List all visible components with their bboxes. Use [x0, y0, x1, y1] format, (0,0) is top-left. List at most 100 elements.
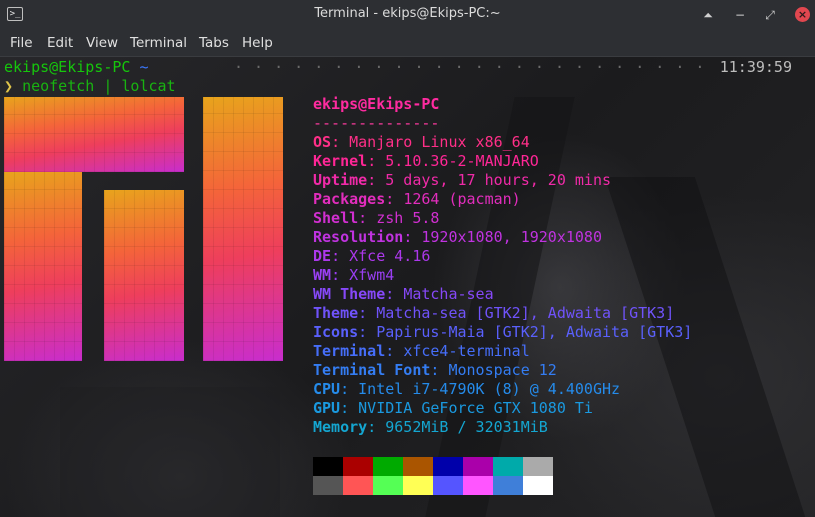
palette-swatch	[463, 457, 493, 476]
info-key: Uptime	[313, 171, 368, 189]
info-key: Shell	[313, 209, 359, 227]
info-colon: :	[430, 361, 449, 379]
info-row: OS: Manjaro Linux x86_64	[313, 133, 692, 152]
palette-swatch	[343, 457, 373, 476]
menu-file[interactable]: File	[10, 35, 33, 51]
palette-swatch	[403, 457, 433, 476]
info-value: 1264 (pacman)	[403, 190, 521, 208]
info-value: Monospace 12	[448, 361, 557, 379]
info-row: DE: Xfce 4.16	[313, 247, 692, 266]
palette-swatch	[313, 457, 343, 476]
info-row: WM Theme: Matcha-sea	[313, 285, 692, 304]
info-key: Kernel	[313, 152, 368, 170]
info-value: NVIDIA GeForce GTX 1080 Ti	[358, 399, 593, 417]
palette-swatch	[493, 457, 523, 476]
command-line: ❯ neofetch | lolcat	[4, 77, 176, 95]
shade-window-icon[interactable]: ⏶	[701, 8, 715, 22]
info-key: Terminal	[313, 342, 386, 360]
info-value: Xfce 4.16	[349, 247, 431, 265]
palette-swatch	[433, 457, 463, 476]
menu-edit[interactable]: Edit	[47, 35, 73, 51]
info-row: Kernel: 5.10.36-2-MANJARO	[313, 152, 692, 171]
info-value: zsh 5.8	[376, 209, 440, 227]
terminal-output[interactable]: ekips@Ekips-PC ~ · · · · · · · · · · · ·…	[0, 57, 815, 517]
info-key: Packages	[313, 190, 386, 208]
info-row: Uptime: 5 days, 17 hours, 20 mins	[313, 171, 692, 190]
prompt-time: 11:39:59	[719, 58, 792, 76]
info-colon: :	[331, 133, 350, 151]
palette-swatch	[313, 476, 343, 495]
minimize-icon[interactable]: −	[733, 8, 747, 22]
info-row: Icons: Papirus-Maia [GTK2], Adwaita [GTK…	[313, 323, 692, 342]
info-separator: --------------	[313, 114, 440, 132]
menu-tabs[interactable]: Tabs	[199, 35, 229, 51]
palette-swatch	[403, 476, 433, 495]
info-value: 5 days, 17 hours, 20 mins	[385, 171, 612, 189]
close-icon[interactable]: ×	[795, 7, 810, 22]
manjaro-logo-icon	[4, 97, 184, 172]
info-row: Theme: Matcha-sea [GTK2], Adwaita [GTK3]	[313, 304, 692, 323]
info-value: Matcha-sea	[403, 285, 494, 303]
info-colon: :	[331, 247, 350, 265]
info-key: Terminal Font	[313, 361, 431, 379]
info-value: Xfwm4	[349, 266, 395, 284]
info-row: Terminal: xfce4-terminal	[313, 342, 692, 361]
prompt-arrow-icon: ❯	[4, 77, 14, 95]
info-colon: :	[403, 228, 422, 246]
palette-swatch	[523, 476, 553, 495]
wallpaper-shape	[60, 387, 280, 517]
palette-swatch	[493, 476, 523, 495]
info-value: Intel i7-4790K (8) @ 4.400GHz	[358, 380, 621, 398]
info-row: CPU: Intel i7-4790K (8) @ 4.400GHz	[313, 380, 692, 399]
info-key: WM	[313, 266, 332, 284]
manjaro-logo-middle-bar	[104, 190, 184, 361]
info-colon: :	[367, 152, 386, 170]
title-bar[interactable]: >_ Terminal - ekips@Ekips-PC:~ ⏶ − ⤢ ×	[0, 0, 815, 30]
info-colon: :	[385, 342, 404, 360]
maximize-icon[interactable]: ⤢	[763, 8, 777, 22]
prompt-path: ~	[139, 58, 149, 76]
info-key: WM Theme	[313, 285, 386, 303]
info-key: GPU	[313, 399, 341, 417]
info-key: Theme	[313, 304, 359, 322]
menu-bar: File Edit View Terminal Tabs Help	[0, 30, 815, 57]
info-colon: :	[340, 399, 359, 417]
info-row: Shell: zsh 5.8	[313, 209, 692, 228]
manjaro-logo-right-bar	[203, 97, 283, 361]
info-key: OS	[313, 133, 332, 151]
window-title: Terminal - ekips@Ekips-PC:~	[314, 6, 501, 21]
info-row: Terminal Font: Monospace 12	[313, 361, 692, 380]
system-info: ekips@Ekips-PC -------------- OS: Manjar…	[313, 95, 692, 437]
info-row: Memory: 9652MiB / 32031MiB	[313, 418, 692, 437]
prompt-filler: · · · · · · · · · · · · · · · · · · · · …	[234, 58, 704, 76]
info-value: Papirus-Maia [GTK2], Adwaita [GTK3]	[376, 323, 693, 341]
palette-swatch	[343, 476, 373, 495]
info-value: Manjaro Linux x86_64	[349, 133, 530, 151]
info-value: xfce4-terminal	[403, 342, 530, 360]
info-value: 9652MiB / 32031MiB	[385, 418, 548, 436]
menu-terminal[interactable]: Terminal	[130, 35, 187, 51]
menu-view[interactable]: View	[86, 35, 118, 51]
info-colon: :	[340, 380, 359, 398]
prompt-line: ekips@Ekips-PC ~ · · · · · · · · · · · ·…	[4, 58, 810, 78]
info-title: ekips@Ekips-PC	[313, 95, 440, 113]
palette-swatch	[373, 457, 403, 476]
info-colon: :	[385, 285, 404, 303]
info-row: GPU: NVIDIA GeForce GTX 1080 Ti	[313, 399, 692, 418]
menu-help[interactable]: Help	[242, 35, 273, 51]
info-colon: :	[358, 323, 377, 341]
info-colon: :	[367, 171, 386, 189]
info-row: Packages: 1264 (pacman)	[313, 190, 692, 209]
info-key: CPU	[313, 380, 341, 398]
info-value: 1920x1080, 1920x1080	[421, 228, 602, 246]
command-text: neofetch | lolcat	[22, 77, 176, 95]
info-colon: :	[358, 209, 377, 227]
palette-swatch	[433, 476, 463, 495]
terminal-window: >_ Terminal - ekips@Ekips-PC:~ ⏶ − ⤢ × F…	[0, 0, 815, 517]
info-colon: :	[358, 304, 377, 322]
info-value: 5.10.36-2-MANJARO	[385, 152, 539, 170]
info-key: Icons	[313, 323, 359, 341]
info-colon: :	[367, 418, 386, 436]
info-key: DE	[313, 247, 332, 265]
prompt-user-host: ekips@Ekips-PC	[4, 58, 131, 76]
